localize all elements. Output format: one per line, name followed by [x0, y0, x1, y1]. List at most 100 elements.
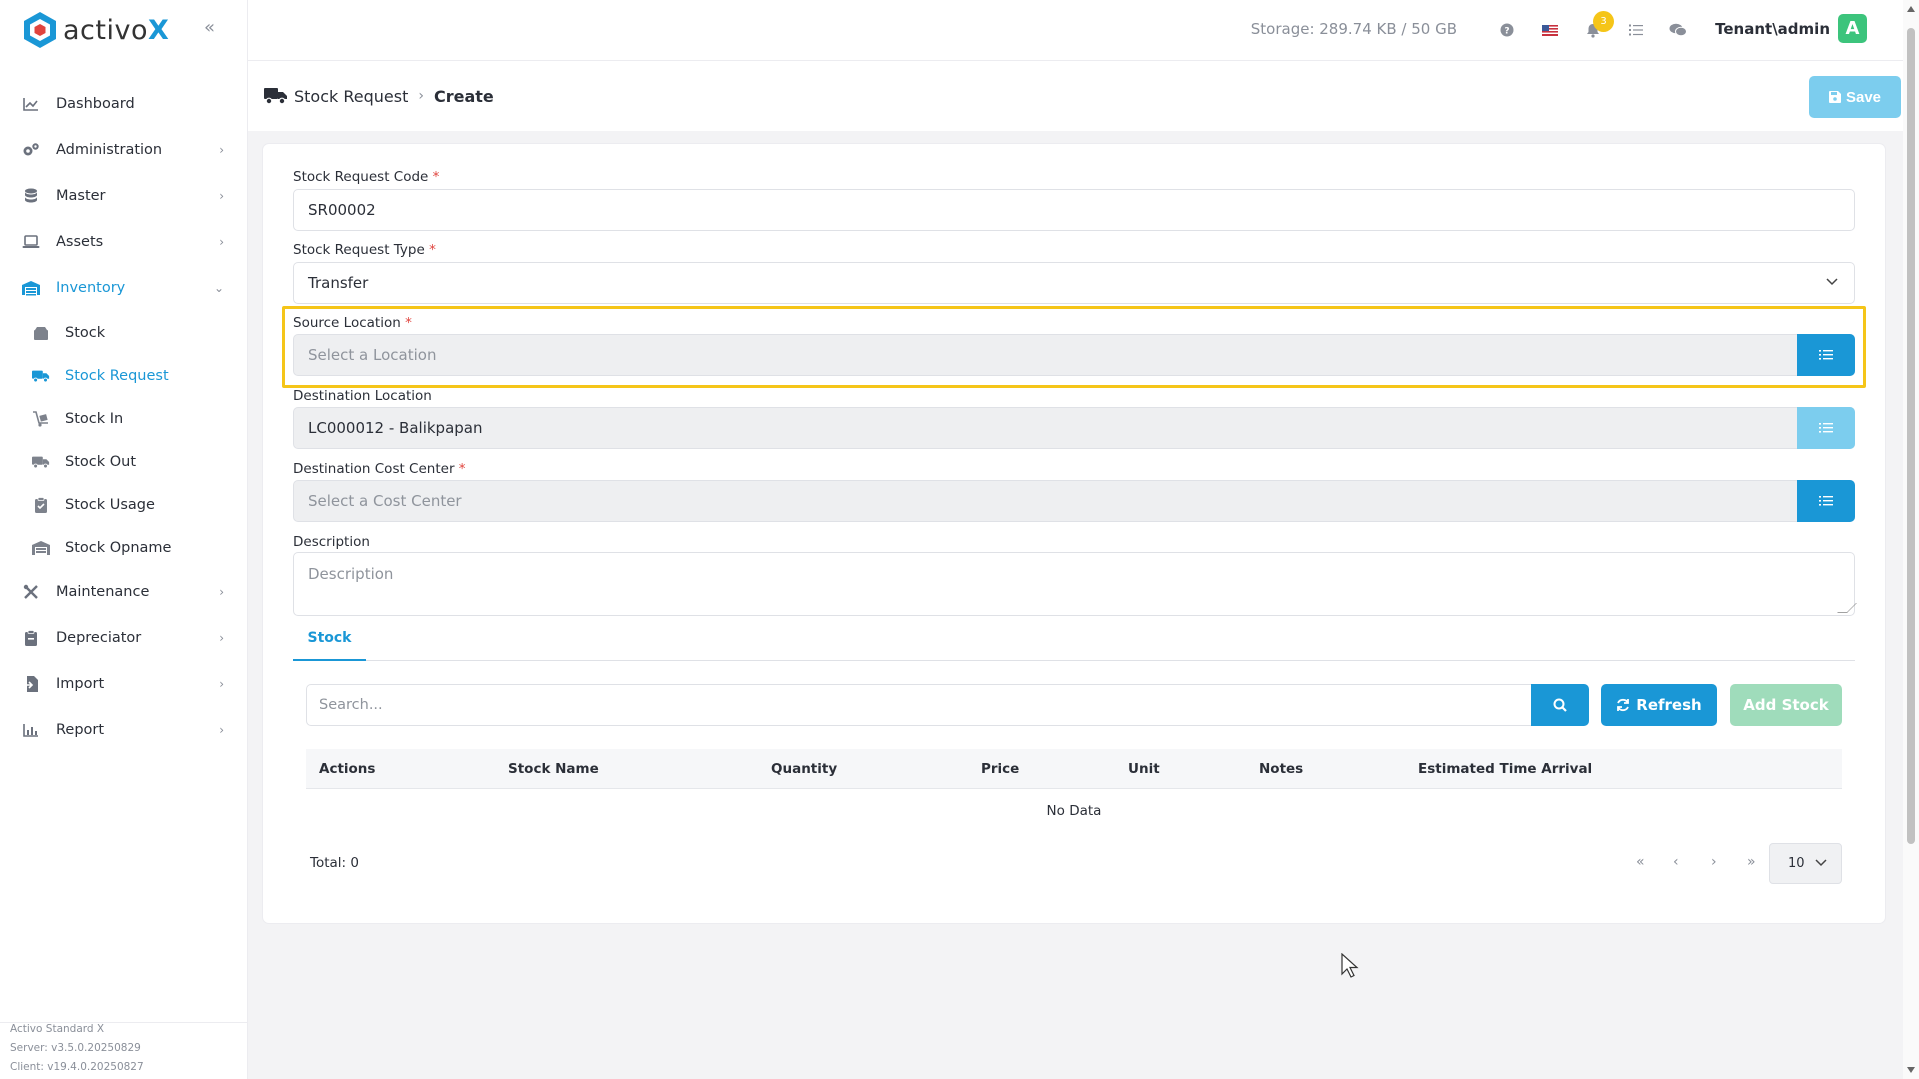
cost-center-picker-button[interactable]: [1797, 480, 1855, 522]
chevron-right-icon: ›: [219, 723, 224, 737]
sidebar-subitem-label: Stock Out: [65, 453, 137, 470]
chevron-down-icon: ⌄: [213, 281, 224, 295]
chevron-right-icon: ›: [219, 677, 224, 691]
refresh-button-label: Refresh: [1636, 696, 1702, 714]
source-location-field[interactable]: Select a Location: [293, 334, 1855, 376]
first-page-icon[interactable]: «: [1636, 854, 1645, 870]
destination-location-label: Destination Location: [293, 388, 432, 404]
page-scrollbar[interactable]: [1903, 0, 1919, 1079]
warehouse-icon: [32, 539, 50, 557]
file-import-icon: [22, 675, 40, 693]
list-icon: [1819, 423, 1833, 433]
tab-stock[interactable]: Stock: [293, 625, 366, 661]
sidebar-item-master[interactable]: Master ›: [0, 173, 248, 219]
warehouse-icon: [22, 279, 40, 297]
collapse-sidebar-icon[interactable]: «: [204, 19, 224, 39]
last-page-icon[interactable]: »: [1747, 854, 1756, 870]
column-header[interactable]: Unit: [1128, 761, 1160, 777]
sidebar-item-label: Depreciator: [56, 630, 142, 646]
stock-request-type-label: Stock Request Type *: [293, 242, 436, 258]
chevron-right-icon: ›: [219, 143, 224, 157]
sidebar-item-report[interactable]: Report ›: [0, 707, 248, 753]
sidebar-subitem-label: Stock Usage: [65, 496, 155, 513]
save-button-label: Save: [1845, 88, 1882, 106]
destination-location-picker-button[interactable]: [1797, 407, 1855, 449]
scroll-thumb[interactable]: [1907, 28, 1915, 844]
tools-icon: [22, 583, 40, 601]
task-list-icon[interactable]: [1626, 20, 1646, 40]
description-textarea[interactable]: Description: [293, 552, 1857, 616]
clipboard-check-icon: [32, 496, 50, 514]
cogs-icon: [22, 141, 40, 159]
sidebar-subitem-label: Stock In: [65, 410, 124, 427]
destination-location-field[interactable]: LC000012 - Balikpapan: [293, 407, 1855, 449]
column-header[interactable]: Actions: [319, 761, 375, 777]
total-count: Total: 0: [310, 855, 359, 871]
stock-search-button[interactable]: [1531, 684, 1589, 726]
refresh-button[interactable]: Refresh: [1601, 684, 1717, 726]
previous-page-icon[interactable]: ‹: [1673, 854, 1679, 870]
destination-cost-center-label: Destination Cost Center *: [293, 461, 466, 477]
sidebar-item-inventory[interactable]: Inventory ⌄: [0, 265, 248, 311]
column-header[interactable]: Estimated Time Arrival: [1418, 761, 1592, 777]
help-icon[interactable]: ?: [1497, 20, 1517, 40]
description-label: Description: [293, 534, 370, 550]
us-flag-icon[interactable]: [1540, 20, 1560, 40]
sidebar-item-label: Maintenance: [56, 584, 150, 600]
sidebar-subitem-stock[interactable]: Stock: [0, 311, 248, 354]
destination-cost-center-field[interactable]: Select a Cost Center: [293, 480, 1855, 522]
sidebar-item-assets[interactable]: Assets ›: [0, 219, 248, 265]
column-header[interactable]: Price: [981, 761, 1019, 777]
stock-request-code-field[interactable]: SR00002: [293, 189, 1855, 231]
sidebar-item-depreciator[interactable]: Depreciator ›: [0, 615, 248, 661]
mouse-cursor-icon: [1341, 953, 1359, 978]
sidebar-subitem-stock-in[interactable]: Stock In: [0, 397, 248, 440]
sidebar-nav: Dashboard Administration › Master › Asse…: [0, 81, 248, 753]
sidebar-subitem-stock-request[interactable]: Stock Request: [0, 354, 248, 397]
bell-icon[interactable]: 3: [1583, 11, 1614, 40]
sidebar: activoX « Dashboard Administration › Mas…: [0, 0, 248, 1079]
app-logo[interactable]: activoX: [22, 10, 169, 50]
list-icon: [1819, 496, 1833, 506]
sidebar-item-administration[interactable]: Administration ›: [0, 127, 248, 173]
sidebar-item-dashboard[interactable]: Dashboard: [0, 81, 248, 127]
clipboard-icon: [22, 629, 40, 647]
page-size-select[interactable]: 10: [1769, 843, 1842, 884]
topbar: Storage: 289.74 KB / 50 GB ? 3 Tenant\ad…: [248, 0, 1903, 61]
scroll-down-icon[interactable]: [1907, 1067, 1915, 1073]
column-header[interactable]: Quantity: [771, 761, 837, 777]
storage-usage: Storage: 289.74 KB / 50 GB: [1250, 20, 1457, 38]
avatar: A: [1838, 14, 1867, 43]
source-location-picker-button[interactable]: [1797, 334, 1855, 376]
add-stock-button[interactable]: Add Stock: [1730, 684, 1842, 726]
sidebar-item-import[interactable]: Import ›: [0, 661, 248, 707]
breadcrumb-parent[interactable]: Stock Request: [294, 87, 408, 106]
logo-text: activoX: [63, 14, 170, 46]
sidebar-item-label: Dashboard: [56, 96, 135, 112]
sidebar-subitem-stock-usage[interactable]: Stock Usage: [0, 483, 248, 526]
column-header[interactable]: Notes: [1259, 761, 1303, 777]
stock-request-type-select[interactable]: Transfer: [293, 262, 1855, 304]
sidebar-subitem-label: Stock Opname: [65, 539, 172, 556]
page-header: Stock Request › Create Save: [248, 61, 1903, 131]
sidebar-subitem-stock-opname[interactable]: Stock Opname: [0, 526, 248, 569]
resize-handle-icon[interactable]: [1837, 603, 1857, 613]
next-page-icon[interactable]: ›: [1711, 854, 1717, 870]
scroll-up-icon[interactable]: [1907, 6, 1915, 12]
sidebar-subitem-stock-out[interactable]: Stock Out: [0, 440, 248, 483]
stock-tabs: Stock: [293, 625, 1855, 661]
truck-icon: [264, 88, 287, 105]
user-menu[interactable]: Tenant\admin A: [1715, 14, 1867, 43]
stock-search-input[interactable]: Search...: [306, 684, 1532, 726]
database-icon: [22, 187, 40, 205]
column-header[interactable]: Stock Name: [508, 761, 599, 777]
breadcrumb: Stock Request › Create: [264, 86, 494, 106]
sidebar-item-label: Report: [56, 722, 105, 738]
svg-text:?: ?: [1504, 27, 1509, 37]
chat-icon[interactable]: [1668, 20, 1688, 40]
sidebar-item-maintenance[interactable]: Maintenance ›: [0, 569, 248, 615]
laptop-icon: [22, 233, 40, 251]
save-button[interactable]: Save: [1809, 76, 1901, 118]
chart-bar-icon: [22, 721, 40, 739]
sidebar-item-label: Assets: [56, 234, 104, 250]
